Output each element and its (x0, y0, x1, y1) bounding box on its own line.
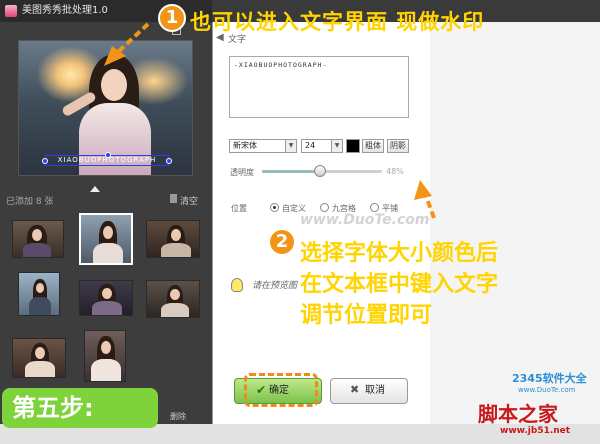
step2-line: 选择字体大小颜色后 (300, 241, 499, 266)
step2-number: 2 (268, 228, 296, 256)
brand-2345-watermark: 2345软件大全 (512, 372, 587, 385)
step2-line: 在文本框中键入文字 (300, 272, 499, 297)
step-badge: 第五步: (2, 388, 158, 428)
jb51-watermark: www.jb51.net (500, 426, 571, 436)
duote-url-watermark: www.DuoTe.com (518, 386, 576, 394)
annotation-arrows (104, 22, 436, 219)
step2-annotation: 选择字体大小颜色后 在文本框中键入文字 调节位置即可 (300, 238, 498, 331)
step2-line: 调节位置即可 (300, 303, 433, 328)
jiaoben-watermark: 脚本之家 (478, 402, 558, 426)
